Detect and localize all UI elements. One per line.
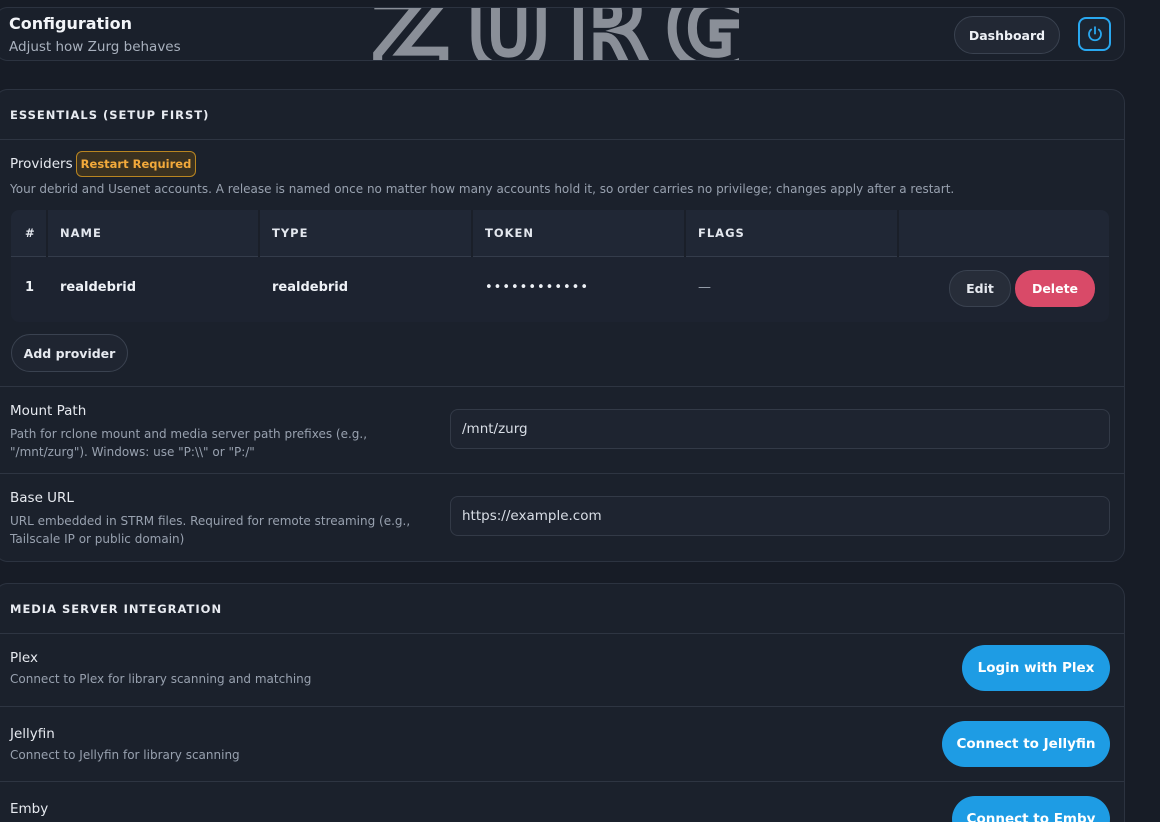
mount-path-description: Path for rclone mount and media server p… (10, 427, 368, 459)
divider (0, 706, 1124, 707)
svg-text:ZURG: ZURG (373, 7, 739, 61)
power-icon (1087, 26, 1102, 42)
column-header-type: TYPE (272, 226, 309, 240)
base-url-description: URL embedded in STRM files. Required for… (10, 514, 411, 546)
base-url-input[interactable]: https://example.com (450, 496, 1110, 536)
connect-to-jellyfin-button[interactable]: Connect to Jellyfin (942, 721, 1110, 767)
page-title: Configuration (9, 14, 133, 33)
jellyfin-label: Jellyfin (10, 726, 55, 742)
providers-label: Providers (10, 156, 73, 172)
provider-token: •••••••••••• (485, 280, 590, 295)
essentials-heading: ESSENTIALS (SETUP FIRST) (0, 90, 1124, 140)
column-header-name: NAME (60, 226, 102, 240)
edit-provider-button[interactable]: Edit (949, 270, 1011, 307)
provider-type: realdebrid (272, 280, 349, 295)
media-server-section: MEDIA SERVER INTEGRATION Plex Connect to… (0, 583, 1125, 822)
jellyfin-description: Connect to Jellyfin for library scanning (10, 748, 240, 762)
delete-provider-button[interactable]: Delete (1015, 270, 1095, 307)
plex-description: Connect to Plex for library scanning and… (10, 672, 312, 686)
power-button[interactable] (1078, 17, 1111, 51)
page-subtitle: Adjust how Zurg behaves (9, 39, 181, 55)
mount-path-input[interactable]: /mnt/zurg (450, 409, 1110, 449)
base-url-label: Base URL (10, 490, 74, 506)
mount-path-label: Mount Path (10, 403, 87, 419)
media-server-heading: MEDIA SERVER INTEGRATION (0, 584, 1124, 634)
login-with-plex-button[interactable]: Login with Plex (962, 645, 1110, 691)
top-header: ZURG Configuration Adjust how Zurg behav… (0, 7, 1125, 61)
divider (0, 386, 1124, 387)
essentials-section: ESSENTIALS (SETUP FIRST) Providers Resta… (0, 89, 1125, 562)
dashboard-button[interactable]: Dashboard (954, 16, 1060, 54)
table-header: # NAME TYPE TOKEN FLAGS (11, 210, 1109, 257)
divider (0, 781, 1124, 782)
provider-index: 1 (25, 280, 35, 295)
column-header-index: # (25, 226, 36, 240)
zurg-logo: ZURG (369, 7, 740, 61)
connect-to-emby-button[interactable]: Connect to Emby (952, 796, 1110, 822)
providers-table: # NAME TYPE TOKEN FLAGS 1 realdebrid rea… (11, 210, 1109, 322)
add-provider-button[interactable]: Add provider (11, 334, 128, 372)
column-header-token: TOKEN (485, 226, 535, 240)
provider-name: realdebrid (60, 280, 137, 295)
column-header-flags: FLAGS (698, 226, 745, 240)
restart-required-badge: Restart Required (76, 151, 196, 177)
provider-flags: — (698, 280, 711, 295)
providers-description: Your debrid and Usenet accounts. A relea… (10, 182, 955, 196)
divider (0, 473, 1124, 474)
emby-label: Emby (10, 801, 49, 817)
plex-label: Plex (10, 650, 38, 666)
